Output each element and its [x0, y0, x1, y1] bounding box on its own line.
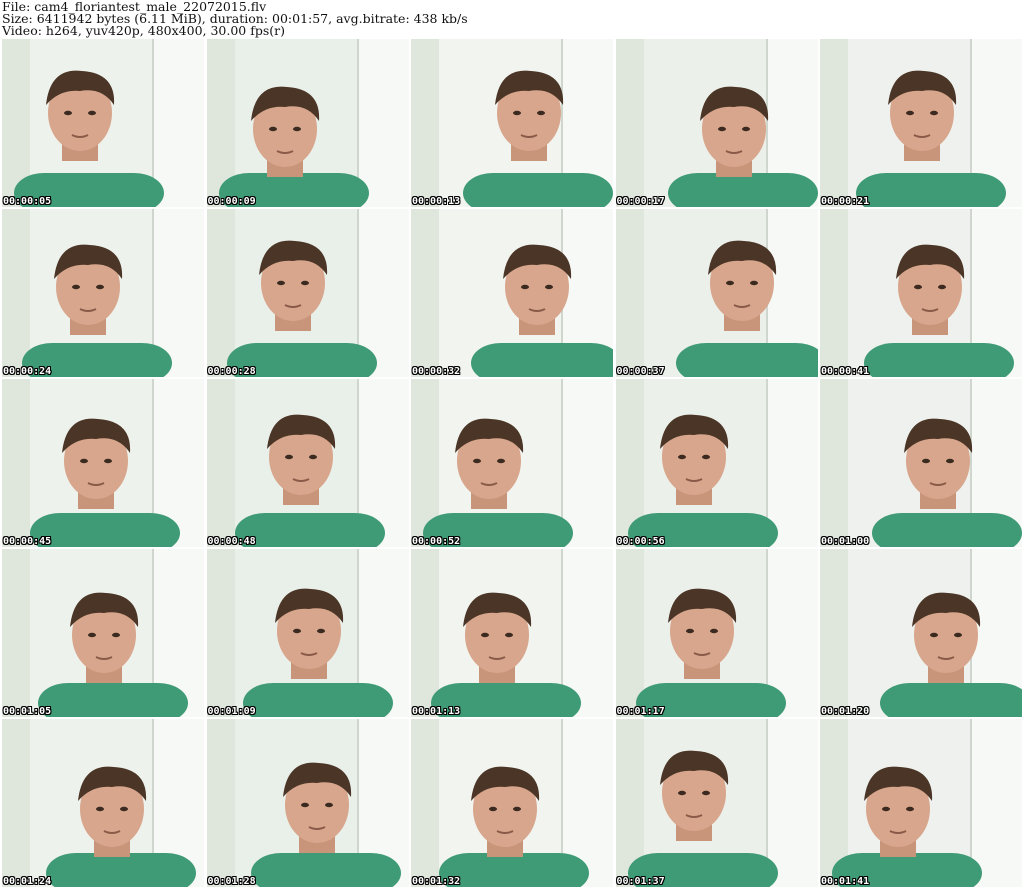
video-frame-thumbnail: 00:00:52: [411, 379, 613, 547]
webcam-frame-image: [2, 549, 204, 717]
video-frame-thumbnail: 00:00:24: [2, 209, 204, 377]
frame-timestamp: 00:01:32: [412, 876, 461, 887]
webcam-frame-image: [820, 209, 1022, 377]
webcam-frame-image: [615, 719, 818, 887]
frame-timestamp: 00:01:41: [821, 876, 870, 887]
webcam-frame-image: [615, 39, 818, 207]
video-frame-thumbnail: 00:01:09: [206, 549, 409, 717]
video-frame-thumbnail: 00:01:32: [411, 719, 613, 887]
frame-timestamp: 00:01:37: [616, 876, 665, 887]
webcam-frame-image: [820, 39, 1022, 207]
video-frame-thumbnail: 00:00:37: [615, 209, 818, 377]
frame-timestamp: 00:00:17: [616, 196, 665, 207]
video-frame-thumbnail: 00:00:17: [615, 39, 818, 207]
frame-timestamp: 00:00:09: [207, 196, 256, 207]
video-frame-thumbnail: 00:00:13: [411, 39, 613, 207]
video-frame-thumbnail: 00:01:24: [2, 719, 204, 887]
video-frame-thumbnail: 00:01:05: [2, 549, 204, 717]
video-frame-thumbnail: 00:00:21: [820, 39, 1022, 207]
frame-timestamp: 00:00:05: [3, 196, 52, 207]
frame-timestamp: 00:01:28: [207, 876, 256, 887]
frame-timestamp: 00:01:09: [207, 706, 256, 717]
frame-timestamp: 00:00:52: [412, 536, 461, 547]
webcam-frame-image: [820, 549, 1022, 717]
webcam-frame-image: [820, 719, 1022, 887]
frame-timestamp: 00:01:05: [3, 706, 52, 717]
video-frame-thumbnail: 00:00:28: [206, 209, 409, 377]
video-frame-thumbnail: 00:01:00: [820, 379, 1022, 547]
webcam-frame-image: [206, 719, 409, 887]
frame-timestamp: 00:00:45: [3, 536, 52, 547]
webcam-frame-image: [411, 39, 613, 207]
webcam-frame-image: [2, 719, 204, 887]
video-frame-thumbnail: 00:01:28: [206, 719, 409, 887]
webcam-frame-image: [206, 549, 409, 717]
webcam-frame-image: [615, 549, 818, 717]
webcam-frame-image: [411, 549, 613, 717]
frame-timestamp: 00:00:32: [412, 366, 461, 377]
video-frame-thumbnail: 00:00:09: [206, 39, 409, 207]
video-frame-thumbnail: 00:00:32: [411, 209, 613, 377]
frame-timestamp: 00:00:41: [821, 366, 870, 377]
frame-timestamp: 00:00:28: [207, 366, 256, 377]
webcam-frame-image: [411, 719, 613, 887]
frame-timestamp: 00:00:56: [616, 536, 665, 547]
webcam-frame-image: [411, 379, 613, 547]
video-frame-thumbnail: 00:00:48: [206, 379, 409, 547]
thumbnail-grid: 00:00:05 00:00:09 00:00:13 00:00:17 00:0…: [2, 39, 1022, 889]
video-frame-thumbnail: 00:00:56: [615, 379, 818, 547]
webcam-frame-image: [206, 209, 409, 377]
frame-timestamp: 00:01:00: [821, 536, 870, 547]
video-frame-thumbnail: 00:01:20: [820, 549, 1022, 717]
frame-timestamp: 00:00:48: [207, 536, 256, 547]
webcam-frame-image: [411, 209, 613, 377]
webcam-frame-image: [2, 39, 204, 207]
video-frame-thumbnail: 00:01:13: [411, 549, 613, 717]
video-frame-thumbnail: 00:01:37: [615, 719, 818, 887]
webcam-frame-image: [615, 209, 818, 377]
frame-timestamp: 00:01:17: [616, 706, 665, 717]
video-info-line: Video: h264, yuv420p, 480x400, 30.00 fps…: [2, 23, 285, 38]
webcam-frame-image: [820, 379, 1022, 547]
frame-timestamp: 00:00:24: [3, 366, 52, 377]
frame-timestamp: 00:00:21: [821, 196, 870, 207]
frame-timestamp: 00:01:20: [821, 706, 870, 717]
webcam-frame-image: [206, 379, 409, 547]
video-frame-thumbnail: 00:01:17: [615, 549, 818, 717]
video-frame-thumbnail: 00:00:05: [2, 39, 204, 207]
webcam-frame-image: [615, 379, 818, 547]
frame-timestamp: 00:01:13: [412, 706, 461, 717]
frame-timestamp: 00:00:37: [616, 366, 665, 377]
frame-timestamp: 00:00:13: [412, 196, 461, 207]
video-frame-thumbnail: 00:00:41: [820, 209, 1022, 377]
frame-timestamp: 00:01:24: [3, 876, 52, 887]
webcam-frame-image: [2, 379, 204, 547]
video-frame-thumbnail: 00:01:41: [820, 719, 1022, 887]
video-frame-thumbnail: 00:00:45: [2, 379, 204, 547]
contact-sheet-header: File: cam4_floriantest_male_22072015.flv…: [2, 0, 1020, 38]
webcam-frame-image: [206, 39, 409, 207]
webcam-frame-image: [2, 209, 204, 377]
